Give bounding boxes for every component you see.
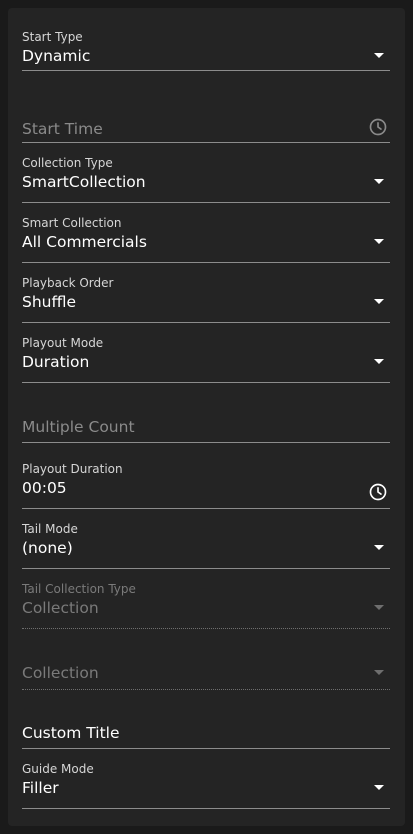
tail-collection-select: Collection bbox=[22, 642, 390, 696]
smart-collection-value: All Commercials bbox=[22, 233, 147, 251]
chevron-down-icon bbox=[374, 239, 384, 244]
guide-mode-label: Guide Mode bbox=[22, 762, 94, 776]
collection-type-underline bbox=[22, 202, 390, 203]
tail-collection-type-underline bbox=[22, 628, 390, 629]
playback-order-label: Playback Order bbox=[22, 276, 114, 290]
smart-collection-select[interactable]: Smart Collection All Commercials bbox=[22, 216, 390, 270]
playout-duration-input[interactable]: Playout Duration 00:05 bbox=[22, 462, 390, 516]
playout-mode-value: Duration bbox=[22, 353, 90, 371]
chevron-down-icon bbox=[374, 545, 384, 550]
tail-collection-placeholder: Collection bbox=[22, 664, 99, 682]
playout-mode-underline bbox=[22, 382, 390, 383]
tail-collection-type-value: Collection bbox=[22, 599, 99, 617]
multiple-count-input[interactable]: Multiple Count bbox=[22, 396, 390, 450]
collection-type-label: Collection Type bbox=[22, 156, 113, 170]
guide-mode-select[interactable]: Guide Mode Filler bbox=[22, 762, 390, 816]
tail-collection-type-select: Tail Collection Type Collection bbox=[22, 582, 390, 636]
tail-collection-type-label: Tail Collection Type bbox=[22, 582, 136, 596]
tail-mode-select[interactable]: Tail Mode (none) bbox=[22, 522, 390, 576]
playout-mode-label: Playout Mode bbox=[22, 336, 104, 350]
playout-duration-underline bbox=[22, 508, 390, 509]
start-time-placeholder: Start Time bbox=[22, 120, 103, 138]
tail-mode-underline bbox=[22, 568, 390, 569]
custom-title-placeholder: Custom Title bbox=[22, 724, 120, 742]
multiple-count-placeholder: Multiple Count bbox=[22, 418, 135, 436]
playout-duration-label: Playout Duration bbox=[22, 462, 123, 476]
playback-order-underline bbox=[22, 322, 390, 323]
custom-title-underline bbox=[22, 748, 390, 749]
start-time-underline bbox=[22, 142, 390, 143]
chevron-down-icon bbox=[374, 785, 384, 790]
playback-order-value: Shuffle bbox=[22, 293, 77, 311]
smart-collection-underline bbox=[22, 262, 390, 263]
chevron-down-icon bbox=[374, 670, 384, 675]
chevron-down-icon bbox=[374, 53, 384, 58]
chevron-down-icon bbox=[374, 605, 384, 610]
schedule-item-form-panel: Start Type Dynamic Start Time Collection… bbox=[8, 8, 405, 826]
smart-collection-label: Smart Collection bbox=[22, 216, 122, 230]
playout-mode-select[interactable]: Playout Mode Duration bbox=[22, 336, 390, 390]
guide-mode-value: Filler bbox=[22, 779, 59, 797]
tail-mode-value: (none) bbox=[22, 539, 73, 557]
playout-duration-value: 00:05 bbox=[22, 479, 67, 497]
start-time-input[interactable]: Start Time bbox=[22, 96, 390, 150]
clock-icon[interactable] bbox=[368, 117, 388, 137]
multiple-count-underline bbox=[22, 442, 390, 443]
chevron-down-icon bbox=[374, 299, 384, 304]
tail-collection-underline bbox=[22, 689, 390, 690]
clock-icon[interactable] bbox=[368, 482, 388, 502]
chevron-down-icon bbox=[374, 179, 384, 184]
chevron-down-icon bbox=[374, 359, 384, 364]
collection-type-select[interactable]: Collection Type SmartCollection bbox=[22, 156, 390, 210]
guide-mode-underline bbox=[22, 808, 390, 809]
start-type-label: Start Type bbox=[22, 30, 83, 44]
custom-title-input[interactable]: Custom Title bbox=[22, 702, 390, 756]
start-type-underline bbox=[22, 70, 390, 71]
collection-type-value: SmartCollection bbox=[22, 173, 146, 191]
playback-order-select[interactable]: Playback Order Shuffle bbox=[22, 276, 390, 330]
tail-mode-label: Tail Mode bbox=[22, 522, 78, 536]
start-type-value: Dynamic bbox=[22, 47, 91, 65]
start-type-select[interactable]: Start Type Dynamic bbox=[22, 30, 390, 84]
